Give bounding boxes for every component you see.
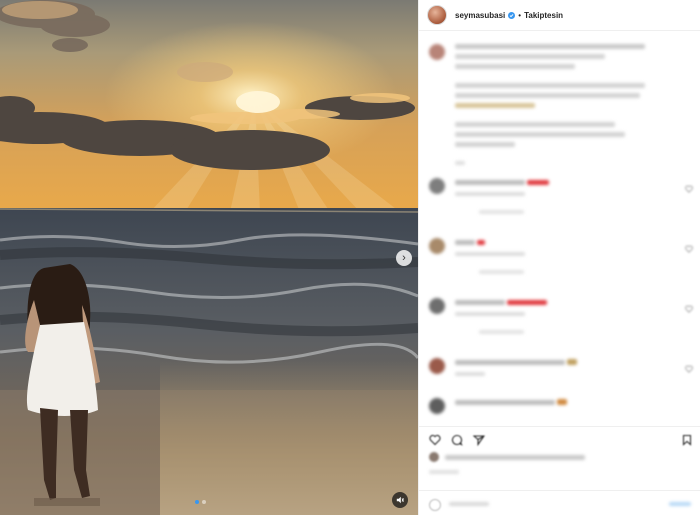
comment-item <box>419 236 700 296</box>
caption-text-blurred <box>455 42 655 165</box>
post-caption <box>419 36 700 176</box>
post-timestamp-blurred <box>429 470 459 474</box>
comment-like-icon[interactable] <box>685 300 693 313</box>
comment-item <box>419 396 700 416</box>
liked-by-row[interactable] <box>429 452 585 462</box>
comment-avatar <box>429 298 445 314</box>
comment-item <box>419 296 700 356</box>
add-comment-bar <box>419 490 700 516</box>
sound-toggle-button[interactable] <box>392 492 408 508</box>
liked-by-text-blurred <box>445 454 585 460</box>
post-comment-button[interactable] <box>669 502 691 506</box>
bookmark-icon[interactable] <box>681 433 693 446</box>
comment-like-icon[interactable] <box>685 360 693 373</box>
heart-icon[interactable] <box>429 433 441 446</box>
comment-avatar <box>429 238 445 254</box>
comment-item <box>419 176 700 236</box>
speech-bubble-icon[interactable] <box>451 433 463 446</box>
comment-like-icon[interactable] <box>685 240 693 253</box>
carousel-indicator <box>195 500 206 504</box>
emoji-icon[interactable] <box>429 499 441 511</box>
carousel-next-button[interactable]: › <box>396 250 412 266</box>
comment-avatar <box>429 398 445 414</box>
post-header: seymasubasi • Takiptesin <box>419 0 700 31</box>
sunset-beach-photo <box>0 0 418 515</box>
post-actions-bar <box>419 426 700 449</box>
liked-by-avatar <box>429 452 439 462</box>
comments-list[interactable] <box>419 36 700 424</box>
comment-like-icon[interactable] <box>685 180 693 193</box>
carousel-dot-active <box>195 500 199 504</box>
chevron-right-icon: › <box>402 251 406 264</box>
avatar[interactable] <box>427 5 447 25</box>
post-side-panel: seymasubasi • Takiptesin <box>418 0 700 515</box>
verified-badge-icon <box>508 11 516 19</box>
paper-plane-icon[interactable] <box>472 433 486 447</box>
username-link[interactable]: seymasubasi <box>455 11 505 20</box>
header-separator: • <box>518 10 522 20</box>
comment-item <box>419 356 700 396</box>
speaker-icon <box>396 496 404 504</box>
comment-input[interactable] <box>449 502 489 506</box>
carousel-dot <box>202 500 206 504</box>
caption-avatar <box>429 44 445 60</box>
comment-avatar <box>429 178 445 194</box>
follow-status-button[interactable]: Takiptesin <box>524 11 563 20</box>
post-media[interactable]: › <box>0 0 418 515</box>
comment-avatar <box>429 358 445 374</box>
